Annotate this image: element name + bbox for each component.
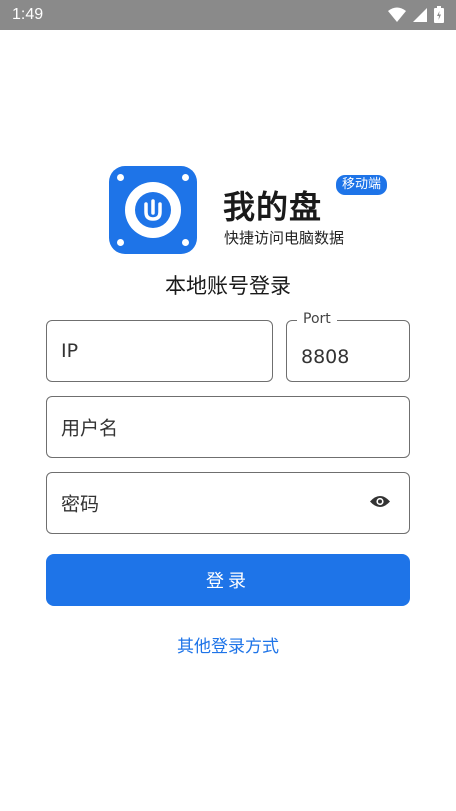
signal-icon xyxy=(413,7,427,22)
login-heading: 本地账号登录 xyxy=(165,274,291,298)
platform-badge: 移动端 xyxy=(335,174,389,196)
app-subtitle: 快捷访问电脑数据 xyxy=(224,229,345,247)
username-field[interactable]: 用户名 xyxy=(46,396,410,458)
status-time: 1:49 xyxy=(12,6,44,23)
status-icons xyxy=(388,6,444,23)
username-placeholder: 用户名 xyxy=(61,417,119,440)
ip-placeholder: IP xyxy=(61,340,79,362)
app-logo-icon xyxy=(109,166,197,254)
show-password-eye-icon[interactable] xyxy=(369,494,391,513)
port-label: Port xyxy=(297,311,337,327)
app-title: 我的盘 xyxy=(223,188,323,226)
battery-icon xyxy=(434,6,444,23)
status-bar: 1:49 xyxy=(0,0,456,30)
password-placeholder: 密码 xyxy=(61,493,100,516)
ip-field[interactable]: IP xyxy=(46,320,273,382)
other-login-methods-link[interactable]: 其他登录方式 xyxy=(0,632,456,657)
port-value: 8808 xyxy=(301,346,350,368)
wifi-icon xyxy=(388,7,406,22)
login-button[interactable]: 登录 xyxy=(46,554,410,606)
login-button-label: 登录 xyxy=(206,571,250,592)
port-field[interactable]: Port 8808 xyxy=(286,311,410,382)
password-field[interactable]: 密码 xyxy=(46,472,410,534)
